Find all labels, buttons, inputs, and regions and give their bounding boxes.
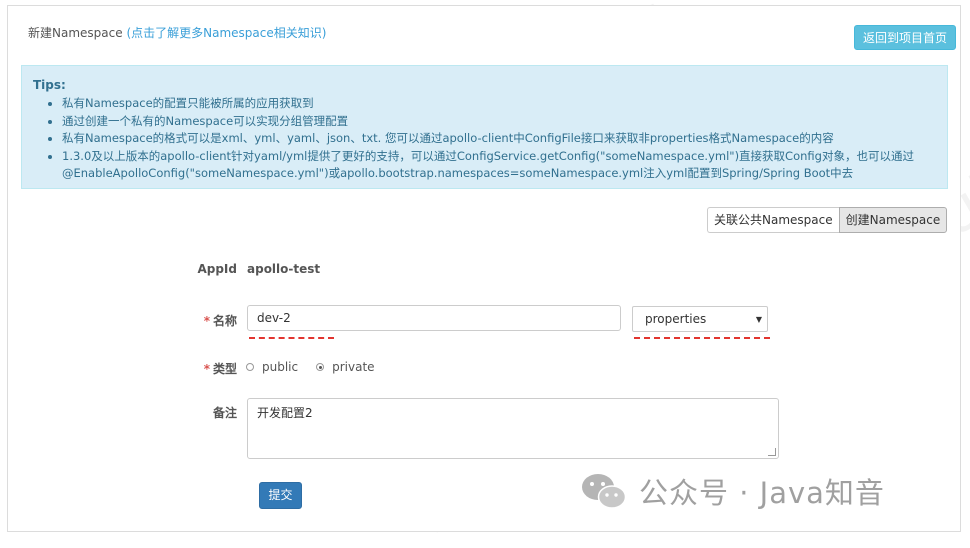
submit-button[interactable]: 提交 bbox=[259, 482, 302, 509]
wechat-watermark: 公众号 · Java知音 bbox=[581, 470, 885, 512]
namespace-name-input[interactable]: dev-2 bbox=[247, 305, 621, 331]
page-title: 新建Namespace (点击了解更多Namespace相关知识) bbox=[28, 26, 327, 40]
namespace-mode-toggle: 关联公共Namespace 创建Namespace bbox=[707, 207, 948, 233]
name-label: * 名称 bbox=[203, 314, 237, 328]
appid-label: AppId bbox=[197, 262, 237, 276]
resize-grip-icon[interactable] bbox=[768, 448, 776, 456]
comment-label: 备注 bbox=[212, 406, 237, 420]
radio-checked-icon[interactable] bbox=[316, 363, 325, 371]
tips-title: Tips: bbox=[33, 78, 66, 92]
required-mark: * bbox=[203, 314, 210, 328]
tips-item: 通过创建一个私有的Namespace可以实现分组管理配置 bbox=[62, 113, 952, 131]
create-namespace-button[interactable]: 创建Namespace bbox=[838, 207, 948, 233]
required-mark: * bbox=[203, 362, 210, 376]
format-selected-value: properties bbox=[645, 312, 707, 326]
dropdown-arrow-icon: ▼ bbox=[755, 315, 762, 324]
tips-alert: Tips: 私有Namespace的配置只能被所属的应用获取到 通过创建一个私有… bbox=[21, 65, 948, 189]
wechat-account-text: 公众号 · Java知音 bbox=[639, 476, 885, 510]
type-private-option[interactable]: private bbox=[316, 360, 375, 374]
tips-item: 私有Namespace的格式可以是xml、yml、yaml、json、txt. … bbox=[62, 130, 952, 148]
type-public-option[interactable]: public bbox=[246, 360, 298, 374]
comment-textarea[interactable]: 开发配置2 bbox=[247, 398, 779, 459]
appid-value: apollo-test bbox=[247, 262, 321, 276]
tips-list: 私有Namespace的配置只能被所属的应用获取到 通过创建一个私有的Names… bbox=[40, 95, 952, 183]
link-public-namespace-button[interactable]: 关联公共Namespace bbox=[707, 207, 839, 233]
radio-icon[interactable] bbox=[246, 363, 254, 371]
learn-more-link[interactable]: (点击了解更多Namespace相关知识) bbox=[126, 26, 326, 40]
type-radio-group: public private bbox=[246, 360, 393, 374]
type-label: * 类型 bbox=[203, 362, 237, 376]
annotation-underline bbox=[634, 337, 770, 339]
wechat-icon bbox=[582, 474, 627, 509]
back-to-project-button[interactable]: 返回到项目首页 bbox=[854, 25, 956, 50]
annotation-underline bbox=[249, 337, 334, 339]
format-select[interactable]: properties ▼ bbox=[632, 306, 768, 332]
tips-item: 1.3.0及以上版本的apollo-client针对yaml/yml提供了更好的… bbox=[62, 148, 952, 183]
tips-item: 私有Namespace的配置只能被所属的应用获取到 bbox=[62, 95, 952, 113]
